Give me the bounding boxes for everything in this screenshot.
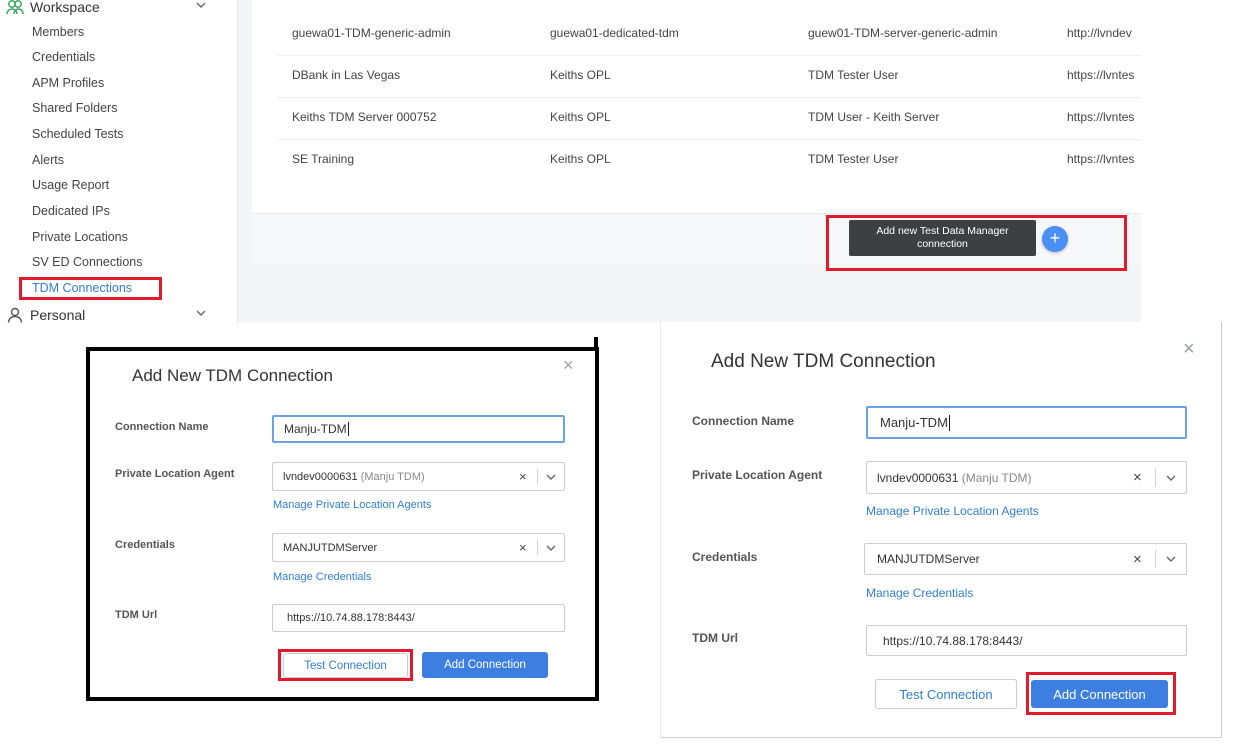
sidebar-group-personal[interactable]: Personal xyxy=(6,304,206,323)
credentials-label: Credentials xyxy=(115,539,175,551)
cell-name: DBank in Las Vegas xyxy=(292,68,401,82)
manage-credentials-link[interactable]: Manage Credentials xyxy=(866,586,973,600)
workspace-group-icon xyxy=(6,0,24,16)
connection-name-input[interactable]: Manju-TDM xyxy=(866,406,1187,439)
cell-credential: TDM Tester User xyxy=(808,68,899,82)
selected-value: lvndev0000631 (Manju TDM) xyxy=(877,470,1032,485)
text-cursor xyxy=(948,414,950,431)
chevron-down-icon[interactable] xyxy=(538,471,564,483)
cell-url: https://lvntes xyxy=(1067,152,1135,166)
sidebar-item-alerts[interactable]: Alerts xyxy=(32,151,64,169)
dialog-title: Add New TDM Connection xyxy=(711,351,936,372)
chevron-down-icon[interactable] xyxy=(538,542,564,554)
person-icon xyxy=(6,306,24,323)
sidebar-group-label: Personal xyxy=(30,307,86,323)
table-row[interactable]: Keiths TDM Server 000752 Keiths OPL TDM … xyxy=(277,97,1141,140)
sidebar-item-credentials[interactable]: Credentials xyxy=(32,48,95,66)
selected-value: lvndev0000631 (Manju TDM) xyxy=(283,470,425,483)
table-row[interactable]: SE Training Keiths OPL TDM Tester User h… xyxy=(277,139,1141,181)
connections-table: guewa01-TDM-generic-admin guewa01-dedica… xyxy=(252,0,1141,213)
highlight-box xyxy=(1026,672,1176,715)
cell-location: Keiths OPL xyxy=(550,68,611,82)
highlight-box xyxy=(19,277,162,300)
sidebar-item-usage-report[interactable]: Usage Report xyxy=(32,176,109,194)
cell-location: Keiths OPL xyxy=(550,110,611,124)
cell-name: SE Training xyxy=(292,152,355,166)
main-content: guewa01-TDM-generic-admin guewa01-dedica… xyxy=(238,0,1141,323)
tdm-url-input[interactable]: https://10.74.88.178:8443/ xyxy=(866,625,1187,656)
manage-private-location-agents-link[interactable]: Manage Private Location Agents xyxy=(866,504,1039,518)
cell-credential: TDM Tester User xyxy=(808,152,899,166)
credentials-select[interactable]: MANJUTDMServer × xyxy=(272,533,565,562)
test-connection-button[interactable]: Test Connection xyxy=(875,679,1017,709)
connection-name-input[interactable]: Manju-TDM xyxy=(272,415,565,443)
manage-private-location-agents-link[interactable]: Manage Private Location Agents xyxy=(273,499,431,511)
clear-icon[interactable]: × xyxy=(519,540,537,555)
chevron-down-icon[interactable] xyxy=(1156,553,1186,565)
sidebar-group-workspace[interactable]: Workspace xyxy=(6,0,206,18)
sidebar-item-shared-folders[interactable]: Shared Folders xyxy=(32,99,117,117)
selected-value: MANJUTDMServer xyxy=(877,552,980,566)
highlight-box xyxy=(278,649,413,681)
add-tdm-connection-dialog: Add New TDM Connection × Connection Name… xyxy=(660,322,1222,738)
clear-icon[interactable]: × xyxy=(1133,551,1155,568)
connection-name-value: Manju-TDM xyxy=(284,422,347,436)
connection-name-value: Manju-TDM xyxy=(880,415,948,430)
close-icon[interactable]: × xyxy=(1183,338,1195,361)
credentials-select[interactable]: MANJUTDMServer × xyxy=(864,543,1187,575)
sidebar: Workspace Members Credentials APM Profil… xyxy=(0,0,238,323)
private-location-select[interactable]: lvndev0000631 (Manju TDM) × xyxy=(866,461,1187,494)
cell-location: Keiths OPL xyxy=(550,152,611,166)
table-row[interactable]: guewa01-TDM-generic-admin guewa01-dedica… xyxy=(277,13,1141,56)
sidebar-group-label: Workspace xyxy=(30,0,100,15)
private-location-label: Private Location Agent xyxy=(692,468,823,482)
clear-icon[interactable]: × xyxy=(519,469,537,484)
cell-credential: TDM User - Keith Server xyxy=(808,110,940,124)
chevron-down-icon[interactable] xyxy=(194,0,208,12)
selected-value: MANJUTDMServer xyxy=(283,541,378,554)
cell-url: http://lvndev xyxy=(1067,26,1132,40)
tdm-url-input[interactable]: https://10.74.88.178:8443/ xyxy=(272,604,565,632)
dialog-title: Add New TDM Connection xyxy=(132,366,333,385)
credentials-label: Credentials xyxy=(692,550,758,564)
text-cursor xyxy=(347,422,349,436)
cell-name: guewa01-TDM-generic-admin xyxy=(292,26,451,40)
cell-name: Keiths TDM Server 000752 xyxy=(292,110,437,124)
tdm-url-label: TDM Url xyxy=(115,609,158,621)
tdm-url-label: TDM Url xyxy=(692,631,738,645)
sidebar-item-apm-profiles[interactable]: APM Profiles xyxy=(32,74,104,92)
chevron-down-icon[interactable] xyxy=(194,306,208,320)
cell-url: https://lvntes xyxy=(1067,68,1135,82)
private-location-label: Private Location Agent xyxy=(115,468,235,480)
cell-url: https://lvntes xyxy=(1067,110,1135,124)
private-location-select[interactable]: lvndev0000631 (Manju TDM) × xyxy=(272,462,565,491)
add-connection-button[interactable]: Add Connection xyxy=(422,652,548,678)
chevron-down-icon[interactable] xyxy=(1156,472,1186,484)
sidebar-item-sv-ed-connections[interactable]: SV ED Connections xyxy=(32,253,142,271)
tdm-connections-page: Workspace Members Credentials APM Profil… xyxy=(0,0,1141,323)
cell-location: guewa01-dedicated-tdm xyxy=(550,26,679,40)
cell-credential: guew01-TDM-server-generic-admin xyxy=(808,26,998,40)
highlight-box xyxy=(826,215,1127,271)
table-row[interactable]: DBank in Las Vegas Keiths OPL TDM Tester… xyxy=(277,55,1141,98)
close-icon[interactable]: × xyxy=(563,355,574,376)
sidebar-item-dedicated-ips[interactable]: Dedicated IPs xyxy=(32,202,110,220)
sidebar-item-members[interactable]: Members xyxy=(32,23,84,41)
clear-icon[interactable]: × xyxy=(1133,469,1155,486)
connection-name-label: Connection Name xyxy=(115,421,209,433)
manage-credentials-link[interactable]: Manage Credentials xyxy=(273,571,371,583)
add-tdm-connection-dialog: Add New TDM Connection × Connection Name… xyxy=(86,347,599,701)
sidebar-item-private-locations[interactable]: Private Locations xyxy=(32,228,128,246)
sidebar-item-scheduled-tests[interactable]: Scheduled Tests xyxy=(32,125,124,143)
connection-name-label: Connection Name xyxy=(692,414,795,428)
